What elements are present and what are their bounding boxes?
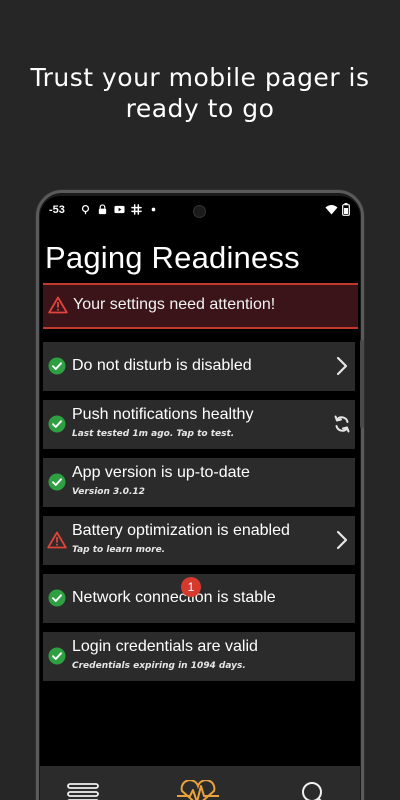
bottom-navigation [40,766,360,800]
chevron-right-icon[interactable] [335,356,349,376]
check-title: Do not disturb is disabled [72,357,252,374]
video-icon [114,205,125,214]
check-circle-icon [48,357,66,375]
status-bar: -53 [40,196,360,226]
headline: Trust your mobile pager is ready to go [30,63,370,123]
slack-icon [131,204,142,215]
lock-icon [98,204,107,215]
check-battery-optimization[interactable]: Battery optimization is enabled Tap to l… [43,516,355,565]
search-icon[interactable] [301,781,325,800]
map-pin-icon [81,205,90,215]
check-title: Network connection is stable [72,589,276,606]
phone-screen: -53 Paging Readiness Your settings need … [40,196,360,800]
status-time: -53 [49,204,65,216]
check-login-credentials[interactable]: Login credentials are valid Credentials … [43,632,355,681]
dot-icon [151,207,156,212]
check-title: App version is up-to-date [72,464,250,481]
menu-icon[interactable] [67,783,99,800]
warning-icon [48,296,68,314]
check-title: Login credentials are valid [72,638,258,655]
chevron-right-icon[interactable] [335,530,349,550]
check-subtitle: Credentials expiring in 1094 days. [72,661,246,671]
settings-alert-banner: Your settings need attention! [43,283,358,329]
check-do-not-disturb[interactable]: Do not disturb is disabled [43,342,355,391]
check-circle-icon [48,647,66,665]
notification-badge: 1 [181,577,201,597]
wifi-icon [325,205,338,215]
page-title: Paging Readiness [45,240,300,275]
warning-icon [47,531,67,549]
front-camera [193,205,206,218]
check-title: Push notifications healthy [72,406,254,423]
refresh-icon[interactable] [333,414,351,434]
status-notification-icons [80,204,159,215]
check-title: Battery optimization is enabled [72,522,290,539]
check-subtitle: Last tested 1m ago. Tap to test. [72,429,235,439]
check-push-notifications[interactable]: Push notifications healthy Last tested 1… [43,400,355,449]
check-app-version[interactable]: App version is up-to-date Version 3.0.12 [43,458,355,507]
check-circle-icon [48,473,66,491]
alert-text: Your settings need attention! [73,296,276,313]
check-subtitle: Version 3.0.12 [72,487,145,497]
status-system-icons [325,203,350,216]
check-subtitle: Tap to learn more. [72,545,166,555]
heart-pulse-icon[interactable] [176,780,220,800]
check-circle-icon [48,415,66,433]
phone-side-button [360,340,364,428]
check-circle-icon [48,589,66,607]
battery-icon [342,203,350,216]
